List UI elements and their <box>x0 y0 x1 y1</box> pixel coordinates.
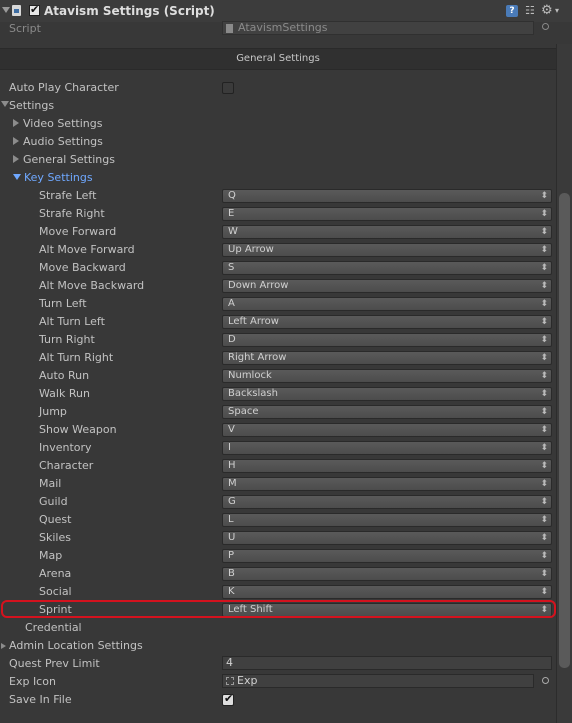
sprite-icon <box>226 677 234 685</box>
key-label: Turn Right <box>39 333 95 346</box>
quest-prev-limit-field[interactable]: 4 <box>222 656 552 670</box>
scrollbar-thumb[interactable] <box>559 193 570 668</box>
key-label: Show Weapon <box>39 423 117 436</box>
foldout-audio-settings[interactable]: Audio Settings <box>13 134 103 150</box>
script-field-value: AtavismSettings <box>238 21 328 34</box>
sprint-row-highlight <box>1 600 556 618</box>
key-binding-dropdown[interactable]: Space <box>222 405 552 419</box>
foldout-arrow-icon <box>13 119 19 127</box>
key-label: Social <box>39 585 72 598</box>
quest-prev-limit-label: Quest Prev Limit <box>9 657 100 670</box>
key-label: Walk Run <box>39 387 90 400</box>
key-binding-dropdown[interactable]: L <box>222 513 552 527</box>
save-in-file-label: Save In File <box>9 693 72 706</box>
script-field: AtavismSettings <box>222 21 534 35</box>
chevron-down-icon[interactable]: ▾ <box>555 6 559 15</box>
key-binding-dropdown[interactable]: K <box>222 585 552 599</box>
exp-icon-label: Exp Icon <box>9 675 56 688</box>
foldout-arrow-icon[interactable] <box>2 7 10 13</box>
preset-icon[interactable]: ☷ <box>525 5 537 17</box>
key-binding-dropdown[interactable]: D <box>222 333 552 347</box>
credential-foldout[interactable]: Credential <box>25 620 82 636</box>
key-label: Move Forward <box>39 225 117 238</box>
key-binding-dropdown[interactable]: Numlock <box>222 369 552 383</box>
component-enabled-checkbox[interactable] <box>29 3 40 16</box>
key-binding-dropdown[interactable]: A <box>222 297 552 311</box>
key-binding-dropdown[interactable]: P <box>222 549 552 563</box>
key-label: Map <box>39 549 63 562</box>
key-binding-dropdown[interactable]: H <box>222 459 552 473</box>
help-icon[interactable]: ? <box>506 5 518 17</box>
key-label: Strafe Right <box>39 207 105 220</box>
settings-foldout-label[interactable]: Settings <box>9 98 54 114</box>
key-label: Auto Run <box>39 369 90 382</box>
key-binding-dropdown[interactable]: V <box>222 423 552 437</box>
key-label: Alt Move Backward <box>39 279 145 292</box>
key-binding-dropdown[interactable]: Backslash <box>222 387 552 401</box>
auto-play-checkbox[interactable] <box>222 82 234 94</box>
key-binding-dropdown[interactable]: E <box>222 207 552 221</box>
component-header: Atavism Settings (Script) ? ☷ ⚙ ▾ <box>0 0 572 22</box>
key-label: Inventory <box>39 441 92 454</box>
object-picker-icon[interactable] <box>542 677 549 684</box>
key-label: Move Backward <box>39 261 126 274</box>
key-binding-dropdown[interactable]: G <box>222 495 552 509</box>
section-header: General Settings <box>0 48 556 70</box>
key-binding-dropdown[interactable]: Right Arrow <box>222 351 552 365</box>
object-picker-icon <box>542 23 549 30</box>
key-binding-dropdown[interactable]: I <box>222 441 552 455</box>
exp-icon-field[interactable]: Exp <box>222 674 534 688</box>
key-binding-dropdown[interactable]: M <box>222 477 552 491</box>
key-binding-dropdown[interactable]: W <box>222 225 552 239</box>
key-binding-dropdown[interactable]: Left Arrow <box>222 315 552 329</box>
auto-play-label: Auto Play Character <box>9 81 119 94</box>
key-label: Guild <box>39 495 68 508</box>
key-label: Quest <box>39 513 72 526</box>
key-label: Skiles <box>39 531 71 544</box>
key-binding-dropdown[interactable]: S <box>222 261 552 275</box>
key-label: Turn Left <box>39 297 87 310</box>
gear-icon[interactable]: ⚙ <box>541 3 553 18</box>
key-binding-dropdown[interactable]: Q <box>222 189 552 203</box>
foldout-arrow-icon <box>13 137 19 145</box>
foldout-arrow-icon <box>1 643 6 649</box>
key-label: Alt Turn Left <box>39 315 105 328</box>
foldout-general-settings[interactable]: General Settings <box>13 152 115 168</box>
key-label: Alt Move Forward <box>39 243 135 256</box>
key-label: Mail <box>39 477 62 490</box>
script-icon <box>12 5 21 16</box>
key-label: Jump <box>39 405 67 418</box>
script-label: Script <box>9 22 41 35</box>
key-binding-dropdown[interactable]: Up Arrow <box>222 243 552 257</box>
script-file-icon <box>226 24 233 33</box>
foldout-key-settings[interactable]: Key Settings <box>13 170 93 186</box>
foldout-expanded-icon <box>13 174 21 180</box>
admin-location-foldout[interactable]: Admin Location Settings <box>1 638 143 654</box>
component-title: Atavism Settings (Script) <box>44 4 215 18</box>
key-binding-dropdown[interactable]: B <box>222 567 552 581</box>
key-label: Strafe Left <box>39 189 97 202</box>
key-binding-dropdown[interactable]: Down Arrow <box>222 279 552 293</box>
key-label: Alt Turn Right <box>39 351 114 364</box>
foldout-video-settings[interactable]: Video Settings <box>13 116 102 132</box>
foldout-arrow-icon <box>13 155 19 163</box>
save-in-file-checkbox[interactable] <box>222 692 234 706</box>
settings-foldout-icon[interactable] <box>1 101 9 107</box>
key-binding-dropdown[interactable]: U <box>222 531 552 545</box>
key-label: Character <box>39 459 94 472</box>
key-label: Arena <box>39 567 72 580</box>
